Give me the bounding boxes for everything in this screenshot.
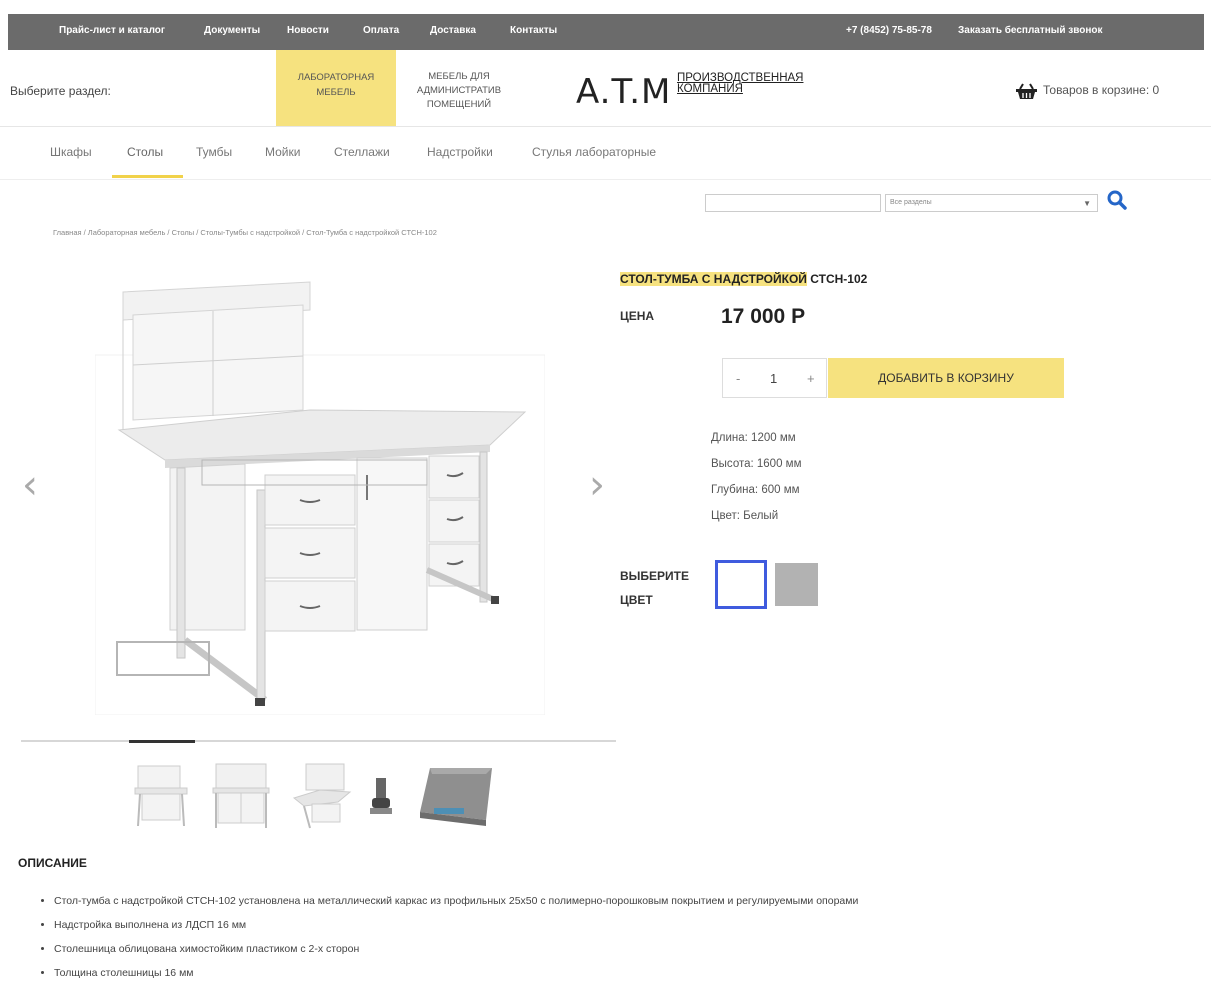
section-admin-line2: АДМИНИСТРАТИВ <box>416 85 502 96</box>
price-value: 17 000 Р <box>721 305 806 328</box>
thumbnail-active-indicator <box>129 740 195 743</box>
category-sinks[interactable]: Мойки <box>265 145 300 159</box>
choose-color-line1: ВЫБЕРИТЕ <box>620 569 690 583</box>
nav-link-documents[interactable]: Документы <box>204 25 260 36</box>
logo[interactable]: A.T.M <box>576 72 671 112</box>
color-swatch-grey[interactable] <box>775 563 818 606</box>
category-cabinets[interactable]: Шкафы <box>50 145 92 159</box>
thumbnail-1[interactable] <box>130 760 192 830</box>
list-item: Толщина столешницы 16 мм <box>54 965 858 989</box>
section-admin-line3: ПОМЕЩЕНИЙ <box>426 99 492 110</box>
nav-link-contacts[interactable]: Контакты <box>510 25 557 36</box>
product-image <box>95 281 545 715</box>
color-swatch-white[interactable] <box>715 560 767 609</box>
quantity-decrease-button[interactable]: - <box>736 371 740 386</box>
thumbnail-4[interactable] <box>366 760 396 830</box>
section-admin-furniture[interactable]: МЕБЕЛЬ ДЛЯ АДМИНИСТРАТИВ ПОМЕЩЕНИЙ <box>404 70 514 112</box>
description-list: Стол-тумба с надстройкой СТСН-102 устано… <box>36 893 858 989</box>
select-section-label: Выберите раздел: <box>10 84 111 98</box>
category-superstructures[interactable]: Надстройки <box>427 145 493 159</box>
quantity-value[interactable]: 1 <box>770 371 777 386</box>
section-lab-furniture[interactable]: ЛАБОРАТОРНАЯ МЕБЕЛЬ <box>276 50 396 126</box>
price-label: ЦЕНА <box>620 309 655 323</box>
section-lab-line2: МЕБЕЛЬ <box>316 87 356 98</box>
nav-link-payment[interactable]: Оплата <box>363 25 399 36</box>
list-item: Стол-тумба с надстройкой СТСН-102 устано… <box>54 893 858 917</box>
quantity-stepper: - 1 + <box>722 358 827 398</box>
search-input[interactable] <box>705 194 881 212</box>
phone-link[interactable]: +7 (8452) 75-85-78 <box>846 25 932 36</box>
spec-depth: Глубина: 600 мм <box>711 484 800 496</box>
product-title-highlight: СТОЛ-ТУМБА С НАДСТРОЙКОЙ <box>620 272 807 286</box>
cart-count: Товаров в корзине: 0 <box>1043 83 1160 98</box>
section-admin-line1: МЕБЕЛЬ ДЛЯ <box>428 71 490 82</box>
spec-height: Высота: 1600 мм <box>711 458 802 470</box>
thumbnail-2[interactable] <box>210 760 272 830</box>
section-lab-line1: ЛАБОРАТОРНАЯ <box>297 72 375 83</box>
header: Выберите раздел: ЛАБОРАТОРНАЯ МЕБЕЛЬ МЕБЕ… <box>0 50 1211 127</box>
chevron-down-icon: ▼ <box>1083 199 1091 208</box>
product-title: СТОЛ-ТУМБА С НАДСТРОЙКОЙ СТСН-102 <box>620 272 867 286</box>
thumbnails-track <box>21 740 616 742</box>
logo-subtitle: ПРОИЗВОДСТВЕННАЯ КОМПАНИЯ <box>677 72 803 95</box>
thumbnail-5[interactable] <box>416 760 496 830</box>
search-icon[interactable] <box>1106 189 1128 211</box>
basket-icon <box>1016 83 1037 99</box>
breadcrumb[interactable]: Главная / Лабораторная мебель / Столы / … <box>53 228 437 237</box>
choose-color-line2: ЦВЕТ <box>620 593 653 607</box>
spec-color: Цвет: Белый <box>711 510 779 522</box>
search-section-select[interactable]: Все разделы ▼ <box>885 194 1098 212</box>
spec-length: Длина: 1200 мм <box>711 432 796 444</box>
category-lab-chairs[interactable]: Стулья лабораторные <box>532 145 656 159</box>
category-shelves[interactable]: Стеллажи <box>334 145 390 159</box>
category-tables[interactable]: Столы <box>127 145 163 159</box>
active-category-indicator <box>112 175 183 178</box>
search-select-value: Все разделы <box>890 199 932 206</box>
nav-link-price-list[interactable]: Прайс-лист и каталог <box>59 25 165 36</box>
category-pedestals[interactable]: Тумбы <box>196 145 232 159</box>
prev-image-arrow-icon[interactable]: ‹ <box>22 462 38 508</box>
list-item: Столешница облицована химостойким пласти… <box>54 941 858 965</box>
choose-color-label: ВЫБЕРИТЕ ЦВЕТ <box>620 564 689 612</box>
cart-link[interactable]: Товаров в корзине: 0 <box>1016 83 1159 99</box>
list-item: Надстройка выполнена из ЛДСП 16 мм <box>54 917 858 941</box>
callback-link[interactable]: Заказать бесплатный звонок <box>958 25 1103 36</box>
top-bar: Прайс-лист и каталог Документы Новости О… <box>8 14 1204 50</box>
add-to-cart-button[interactable]: ДОБАВИТЬ В КОРЗИНУ <box>828 358 1064 398</box>
nav-link-news[interactable]: Новости <box>287 25 329 36</box>
quantity-increase-button[interactable]: + <box>807 371 815 386</box>
description-title: ОПИСАНИЕ <box>18 856 87 870</box>
product-title-model: СТСН-102 <box>806 272 868 286</box>
next-image-arrow-icon[interactable]: › <box>589 462 605 508</box>
thumbnail-3[interactable] <box>290 760 352 830</box>
nav-link-delivery[interactable]: Доставка <box>430 25 476 36</box>
category-nav: Шкафы Столы Тумбы Мойки Стеллажи Надстро… <box>0 127 1211 180</box>
logo-sub-line2: КОМПАНИЯ <box>677 83 743 95</box>
